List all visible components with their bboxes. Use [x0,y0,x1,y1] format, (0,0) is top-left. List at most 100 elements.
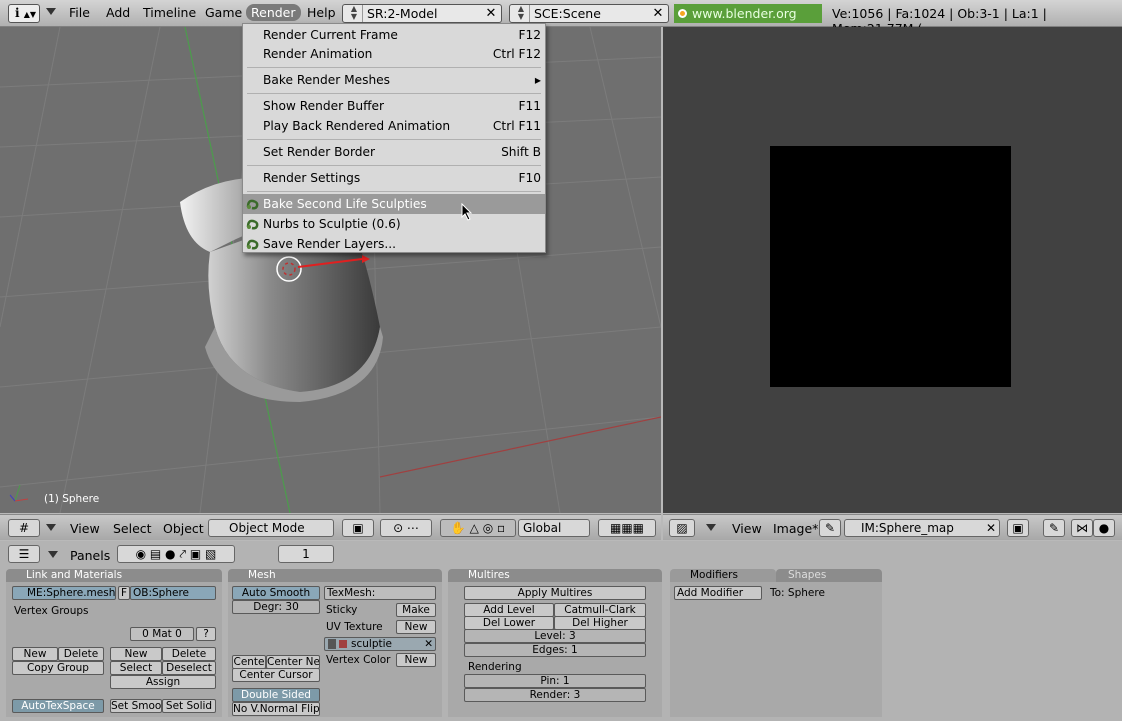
pivot-button[interactable]: ⊙ ⋯ [380,519,432,537]
dot-button[interactable]: ● [1093,519,1115,537]
autotexspace-toggle[interactable]: AutoTexSpace [12,699,104,713]
delete-material-button[interactable]: Delete [162,647,216,661]
layer-buttons[interactable]: ▦▦▦ [598,519,656,537]
tab-shapes[interactable]: Shapes [776,569,882,582]
collapse-menu-icon[interactable] [48,551,58,558]
menu-image[interactable]: Image* [773,521,818,536]
texmesh-field[interactable]: TexMesh: [324,586,436,600]
scene-selector[interactable]: ▲ ▼ SCE:Scene ✕ [509,4,669,23]
version-badge[interactable]: www.blender.org 249.2 [674,4,822,40]
uv-layer-sculptie[interactable]: sculptie ✕ [324,637,436,651]
menu-separator [247,165,541,166]
menu-render[interactable]: Render [246,4,301,21]
menu-file[interactable]: File [69,5,90,20]
frame-number[interactable]: 1 [278,545,334,563]
image-selector[interactable]: IM:Sphere_map ✕ [844,519,1000,537]
menu-item-render-settings[interactable]: Render Settings F10 [243,168,545,188]
center-new-button[interactable]: Center Ne [266,655,320,669]
editor-type-3d-icon[interactable]: # [8,519,40,537]
material-help-button[interactable]: ? [196,627,216,641]
menu-separator [247,67,541,68]
orientation-selector[interactable]: Global [518,519,590,537]
new-vertex-group-button[interactable]: New [12,647,58,661]
hand-tool-button[interactable]: ✋ △ ◎ ▫ [440,519,516,537]
menu-item-render-animation[interactable]: Render Animation Ctrl F12 [243,44,545,64]
menu-item-play-back-animation[interactable]: Play Back Rendered Animation Ctrl F11 [243,116,545,136]
add-level-button[interactable]: Add Level [464,603,554,617]
set-solid-button[interactable]: Set Solid [162,699,216,713]
auto-smooth-toggle[interactable]: Auto Smooth [232,586,320,600]
panel-multires-header[interactable]: Multires [448,569,662,582]
tab-modifiers[interactable]: Modifiers [670,569,776,582]
context-buttons[interactable]: ◉ ▤ ● ⤤ ▣ ▧ [117,545,235,563]
paint-button[interactable]: ✎ [1043,519,1065,537]
deselect-material-button[interactable]: Deselect [162,661,216,675]
make-sticky-button[interactable]: Make [396,603,436,617]
no-vnormal-flip-toggle[interactable]: No V.Normal Flip [232,702,320,716]
del-higher-button[interactable]: Del Higher [554,616,646,630]
draw-type-button[interactable]: ▣ [342,519,374,537]
apply-multires-button[interactable]: Apply Multires [464,586,646,600]
screen-selector[interactable]: ▲ ▼ SR:2-Model ✕ [342,4,502,23]
collapse-menu-icon[interactable] [46,524,56,531]
close-icon[interactable]: ✕ [424,638,433,650]
center-cursor-button[interactable]: Center Cursor [232,668,320,682]
menu-view[interactable]: View [732,521,762,536]
menu-timeline[interactable]: Timeline [143,5,196,20]
menu-add[interactable]: Add [106,5,130,20]
menu-help[interactable]: Help [307,5,336,20]
material-index-field[interactable]: 0 Mat 0 [130,627,194,641]
copy-group-button[interactable]: Copy Group [12,661,104,675]
set-smooth-button[interactable]: Set Smoot [110,699,162,713]
editor-type-image-icon[interactable]: ▨ [669,519,695,537]
editor-type-info-icon[interactable]: i ▲▼ [8,4,40,23]
menu-select[interactable]: Select [113,521,152,536]
mode-selector[interactable]: Object Mode [208,519,334,537]
menu-item-save-render-layers[interactable]: Save Render Layers... [243,234,545,254]
center-button[interactable]: Cente [232,655,266,669]
image-canvas[interactable] [770,146,1011,387]
active-object-label: (1) Sphere [44,493,100,505]
render-level-slider[interactable]: Render: 3 [464,688,646,702]
select-material-button[interactable]: Select [110,661,162,675]
add-modifier-button[interactable]: Add Modifier [674,586,762,600]
image-settings-button[interactable]: ▣ [1007,519,1029,537]
collapse-menu-icon[interactable] [46,8,56,15]
menu-item-show-render-buffer[interactable]: Show Render Buffer F11 [243,96,545,116]
panel-link-materials-header[interactable]: Link and Materials [6,569,222,582]
mesh-name-field[interactable]: ME:Sphere.mesh [12,586,116,600]
edges-slider[interactable]: Edges: 1 [464,643,646,657]
uv-sync-button[interactable]: ⋈ [1071,519,1093,537]
new-uv-texture-button[interactable]: New [396,620,436,634]
subdivision-type-selector[interactable]: Catmull-Clark [554,603,646,617]
close-icon[interactable]: ✕ [650,6,666,21]
python-script-icon [246,199,259,210]
smooth-degrees-slider[interactable]: Degr: 30 [232,600,320,614]
assign-material-button[interactable]: Assign [110,675,216,689]
object-name-field[interactable]: OB:Sphere [130,586,216,600]
pin-icon[interactable]: ✎ [819,519,841,537]
axis-gizmo-icon [9,484,29,502]
double-sided-toggle[interactable]: Double Sided [232,688,320,702]
close-icon[interactable]: ✕ [986,520,996,536]
fake-user-button[interactable]: F [118,586,130,600]
menu-item-render-current-frame[interactable]: Render Current Frame F12 [243,25,545,45]
close-icon[interactable]: ✕ [483,6,499,21]
menu-item-bake-sculpties[interactable]: Bake Second Life Sculpties [243,194,545,214]
updown-arrows-icon: ▲ ▼ [346,5,363,22]
editor-type-buttons-icon[interactable]: ☰ [8,545,40,563]
menu-object[interactable]: Object [163,521,204,536]
del-lower-button[interactable]: Del Lower [464,616,554,630]
panel-mesh-header[interactable]: Mesh [228,569,442,582]
menu-item-bake-render-meshes[interactable]: Bake Render Meshes ▸ [243,70,545,90]
menu-view[interactable]: View [70,521,100,536]
new-material-button[interactable]: New [110,647,162,661]
menu-game[interactable]: Game [205,5,242,20]
pin-slider[interactable]: Pin: 1 [464,674,646,688]
new-vertex-color-button[interactable]: New [396,653,436,667]
menu-item-nurbs-to-sculptie[interactable]: Nurbs to Sculptie (0.6) [243,214,545,234]
level-slider[interactable]: Level: 3 [464,629,646,643]
collapse-menu-icon[interactable] [706,524,716,531]
delete-vertex-group-button[interactable]: Delete [58,647,104,661]
menu-item-set-render-border[interactable]: Set Render Border Shift B [243,142,545,162]
